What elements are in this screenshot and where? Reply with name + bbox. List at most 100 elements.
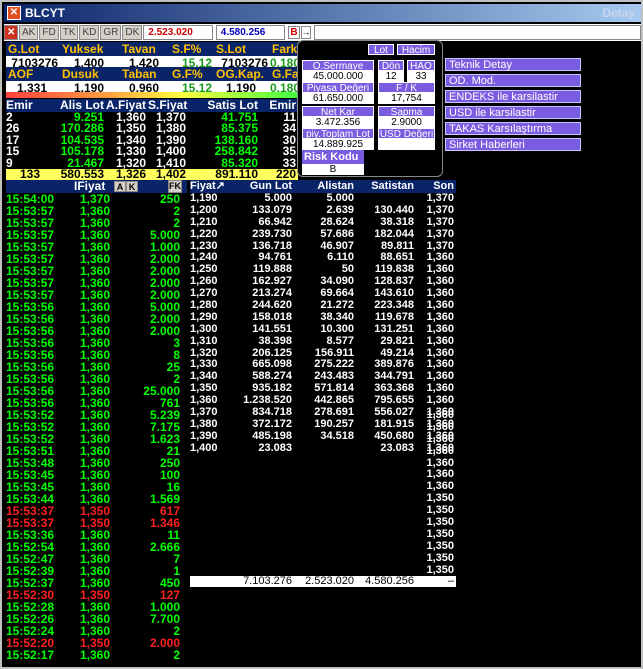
- a-filter-button[interactable]: A: [114, 181, 126, 192]
- piyasa-value: 61.650.000: [302, 93, 374, 104]
- k-filter-button[interactable]: K: [126, 181, 138, 192]
- trade-lot: 25: [166, 360, 180, 374]
- dist-totals: 7.103.276 2.523.020 4.580.256 –: [190, 576, 456, 587]
- dist-cell: 38.398: [258, 334, 292, 347]
- depth-total-cell: 1,326: [106, 168, 148, 181]
- dist-row[interactable]: 1,240 94.761 6.110 88.651 1,360: [190, 252, 456, 264]
- netkar-label: Net Kar: [302, 106, 374, 118]
- quote-header: S.F%: [170, 42, 214, 56]
- detail-label: Detay: [602, 6, 635, 20]
- dist-row[interactable]: 1,300 141.551 10.300 131.251 1,360: [190, 322, 456, 336]
- toolbar-button-tk[interactable]: TK: [59, 25, 79, 40]
- dist-row[interactable]: 1,400 23.083 23.083 1,360: [190, 441, 456, 455]
- dist-cell: 1,210: [190, 215, 218, 228]
- lot-button[interactable]: Lot: [368, 44, 394, 56]
- dist-row[interactable]: 1,310 38.398 8.577 29.821 1,360: [190, 334, 456, 348]
- dist-cell: [294, 443, 356, 455]
- usd-label: USD Değeri: [378, 128, 435, 140]
- dist-cell: 131.251: [374, 322, 414, 335]
- quote-header: G.Lot: [6, 42, 60, 56]
- menu-item-od-mod[interactable]: OD. Mod.: [445, 74, 581, 87]
- quote-header: Dusuk: [60, 67, 120, 81]
- quote-header: G.Fark: [270, 67, 311, 81]
- toolbar-button-gr[interactable]: GR: [100, 25, 122, 40]
- menu-item-teknik-detay[interactable]: Teknik Detay: [445, 58, 581, 71]
- dist-cell: 1,390: [190, 429, 218, 442]
- quote-summary-2: AOF Dusuk Taban G.F% OG.Kap. G.Fark 1,33…: [6, 67, 311, 95]
- close-icon[interactable]: ✕: [4, 25, 18, 40]
- symbol-input[interactable]: [313, 25, 641, 40]
- dist-cell: 485.198: [252, 429, 292, 442]
- quote-header: Yuksek: [60, 42, 120, 56]
- dist-col-header[interactable]: Satistan: [356, 180, 416, 193]
- dist-cell: 1,310: [190, 334, 218, 347]
- don-label: Dön: [378, 60, 404, 72]
- hao-value: 33: [407, 71, 435, 82]
- menu-item-haberler[interactable]: Sirket Haberleri: [445, 138, 581, 151]
- dist-cell: 23.083: [258, 441, 292, 454]
- fk-value: 17,754: [378, 93, 435, 104]
- trade-row[interactable]: 15:52:17 1,360 2: [6, 649, 187, 661]
- dist-cell: 38.318: [380, 215, 414, 228]
- dist-row[interactable]: 1,290 158.018 38.340 119.678 1,360: [190, 311, 456, 324]
- app-window: ✕ BLCYT Detay ✕ AK FD TK KD GR DK 2.523.…: [0, 0, 643, 669]
- depth-total-cell: 220: [260, 168, 298, 181]
- son-value: 1,350: [426, 527, 454, 540]
- title-bar: ✕ BLCYT Detay: [4, 4, 641, 22]
- menu-item-takas[interactable]: TAKAS Karsılaştırma: [445, 122, 581, 135]
- dist-cell: 23.083: [380, 441, 414, 454]
- dist-cell: 1,370: [426, 215, 454, 228]
- quote-summary-1: G.Lot Yuksek Tavan S.F% S.Lot Fark 71032…: [6, 42, 300, 70]
- trade-lot: 7.700: [149, 612, 180, 626]
- quote-header: AOF: [6, 67, 60, 81]
- dist-cell: 239.730: [252, 227, 292, 240]
- dist-cell: 29.821: [380, 334, 414, 347]
- don-value: 12: [378, 71, 404, 82]
- trade-lot: 2: [173, 648, 180, 662]
- dist-header: Fiyat↗ Gun Lot Alistan Satistan Son: [190, 180, 456, 193]
- hacim-button[interactable]: Hacim: [397, 44, 435, 56]
- toolbar-button-fd[interactable]: FD: [39, 25, 59, 40]
- dist-row[interactable]: 1,390 485.198 34.518 450.680 1,360: [190, 429, 456, 443]
- son-value: 1,350: [426, 551, 454, 564]
- dist-row[interactable]: 1,190 5.000 5.000 1,370: [190, 192, 456, 205]
- quote-header: G.F%: [170, 67, 214, 81]
- risk-value: B: [302, 164, 364, 175]
- dist-total-cell: –: [447, 575, 454, 587]
- menu-item-endeks[interactable]: ENDEKS ile karsilastir: [445, 90, 581, 103]
- depth-total-cell: 580.553: [42, 168, 106, 181]
- quote-header: S.Lot: [214, 42, 270, 56]
- dist-row[interactable]: 1,200 133.079 2.639 130.440 1,370: [190, 203, 456, 217]
- ptoplam-value: 14.889.925: [302, 139, 374, 150]
- son-value: 1,360: [426, 432, 454, 445]
- b-button[interactable]: B: [288, 26, 300, 39]
- dist-cell: 28.624: [320, 215, 354, 228]
- dist-cell: 450.680: [374, 429, 414, 442]
- hao-label: HAO: [407, 60, 435, 72]
- dist-cell: 1,200: [190, 203, 218, 216]
- toolbar-button-ak[interactable]: AK: [19, 25, 39, 40]
- dist-cell: 133.079: [252, 203, 292, 216]
- quote-header: OG.Kap.: [214, 67, 270, 81]
- trade-lot: 2.666: [149, 540, 180, 554]
- depth-total-cell: 133: [6, 168, 42, 181]
- menu-item-usd[interactable]: USD ile karsilastir: [445, 106, 581, 119]
- dist-cell: 1,360: [426, 322, 454, 335]
- son-value: 1,350: [426, 563, 454, 576]
- dist-row[interactable]: 1,220 239.730 57.686 182.044 1,370: [190, 227, 456, 241]
- window-title: BLCYT: [25, 6, 65, 20]
- son-value: 1,350: [426, 539, 454, 552]
- trade-lot: 7: [173, 552, 180, 566]
- dist-row[interactable]: 1,230 136.718 46.907 89.811 1,370: [190, 240, 456, 253]
- toolbar: ✕ AK FD TK KD GR DK 2.523.020 4.580.256 …: [4, 24, 641, 41]
- price-distribution-table: Fiyat↗ Gun Lot Alistan Satistan Son 1,19…: [190, 180, 456, 587]
- arrow-right-icon[interactable]: →: [300, 26, 311, 39]
- trade-lot: 2.000: [149, 636, 180, 650]
- dist-row[interactable]: 1,210 66.942 28.624 38.318 1,370: [190, 215, 456, 229]
- dist-cell: 1,360: [426, 334, 454, 347]
- toolbar-button-dk[interactable]: DK: [122, 25, 143, 40]
- dist-cell: 66.942: [258, 215, 292, 228]
- depth-rows: 2 9.251 1,360 1,370 41.751 11 26 170.286 1,350 1,…: [6, 111, 298, 169]
- toolbar-button-kd[interactable]: KD: [79, 25, 100, 40]
- netkar-value: 3.472.356: [302, 117, 374, 128]
